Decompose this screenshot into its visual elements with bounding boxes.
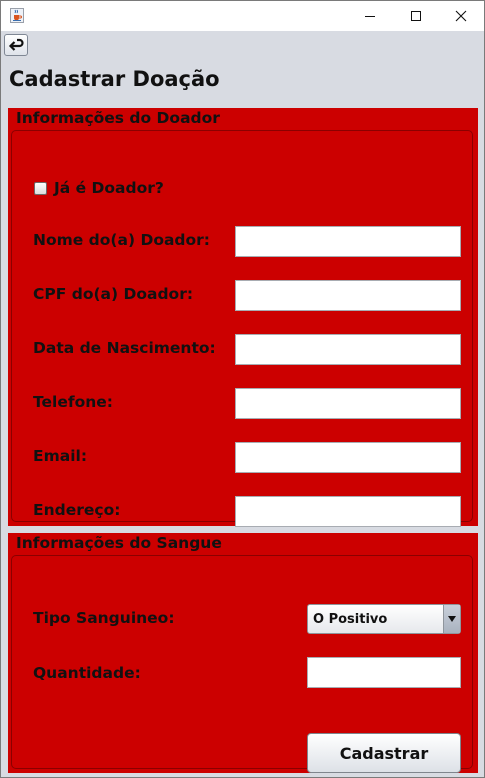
email-field[interactable] <box>235 442 461 473</box>
blood-type-selected-value: O Positivo <box>313 612 388 627</box>
donor-name-field[interactable] <box>235 226 461 257</box>
page-title: Cadastrar Doação <box>9 67 220 91</box>
address-label: Endereço: <box>33 501 121 519</box>
close-icon <box>455 10 467 22</box>
birth-date-field[interactable] <box>235 334 461 365</box>
donor-info-panel: Informações do Doador Já é Doador? Nome … <box>8 108 478 527</box>
donor-cpf-field[interactable] <box>235 280 461 311</box>
phone-label: Telefone: <box>33 393 113 411</box>
donor-info-legend: Informações do Doador <box>16 109 220 127</box>
minimize-icon <box>365 16 375 17</box>
quantity-field[interactable] <box>307 657 461 688</box>
donor-cpf-label: CPF do(a) Doador: <box>33 285 194 303</box>
return-arrow-icon <box>8 38 24 51</box>
email-label: Email: <box>33 447 88 465</box>
blood-type-label: Tipo Sanguineo: <box>33 609 175 627</box>
close-button[interactable] <box>438 1 484 31</box>
donor-name-label: Nome do(a) Doador: <box>33 231 211 249</box>
dropdown-arrow-button[interactable] <box>443 605 460 633</box>
blood-info-panel: Informações do Sangue Tipo Sanguineo: O … <box>8 533 478 773</box>
birth-date-label: Data de Nascimento: <box>33 339 216 357</box>
minimize-button[interactable] <box>347 1 393 31</box>
donor-info-frame: Já é Doador? Nome do(a) Doador: CPF do(a… <box>11 130 473 527</box>
back-button[interactable] <box>4 34 28 56</box>
blood-type-select[interactable]: O Positivo <box>307 604 461 634</box>
maximize-button[interactable] <box>393 1 439 31</box>
java-cup-icon <box>10 8 24 23</box>
submit-button[interactable]: Cadastrar <box>307 733 461 773</box>
chevron-down-icon <box>448 616 456 622</box>
already-donor-checkbox[interactable] <box>34 182 47 195</box>
address-field[interactable] <box>235 496 461 527</box>
phone-field[interactable] <box>235 388 461 419</box>
window-titlebar <box>1 1 484 31</box>
quantity-label: Quantidade: <box>33 664 141 682</box>
maximize-icon <box>411 11 421 21</box>
already-donor-label: Já é Doador? <box>54 179 164 197</box>
blood-info-frame: Tipo Sanguineo: O Positivo Quantidade: C… <box>11 555 473 773</box>
blood-info-legend: Informações do Sangue <box>16 534 222 552</box>
